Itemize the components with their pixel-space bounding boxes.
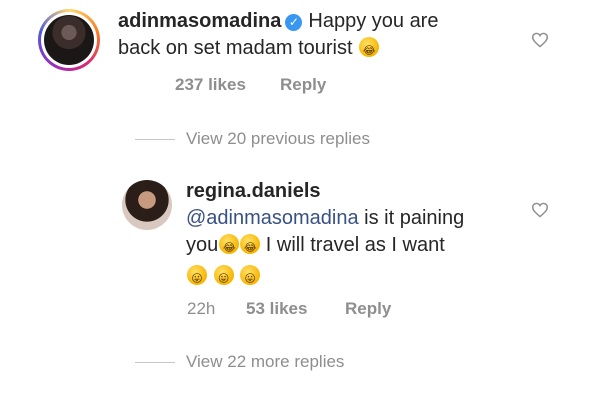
profile-photo	[44, 15, 94, 65]
divider-line	[135, 362, 175, 363]
divider-line	[135, 139, 175, 140]
reply-text-you: you	[186, 234, 219, 256]
view-more-replies[interactable]: View 22 more replies	[186, 352, 344, 372]
mention-link[interactable]: @adinmasomadina	[186, 207, 359, 229]
reply-body: regina.daniels @adinmasomadina is it pai…	[186, 178, 546, 290]
view-previous-replies[interactable]: View 20 previous replies	[186, 129, 370, 149]
like-heart-icon[interactable]	[531, 32, 549, 48]
laughing-emoji-icon: 😂	[359, 37, 380, 57]
comment-text: Happy you are	[308, 10, 439, 32]
comment-body: adinmasomadina ✓ Happy you are back on set…	[118, 8, 518, 62]
reply-timestamp: 22h	[187, 299, 216, 318]
tongue-emoji-icon: 😛	[213, 265, 234, 285]
reply-text-line2: I will travel as I want	[260, 234, 445, 256]
reply-likes[interactable]: 53 likes	[246, 299, 307, 319]
tongue-emoji-icon: 😛	[240, 265, 261, 285]
verified-badge-icon: ✓	[285, 14, 303, 31]
reply-button[interactable]: Reply	[280, 75, 326, 95]
reply-username[interactable]: regina.daniels	[186, 180, 321, 202]
comment-likes[interactable]: 237 likes	[175, 75, 246, 95]
reply-text-line1: is it paining	[358, 207, 465, 229]
like-heart-icon[interactable]	[531, 202, 549, 218]
laughing-emoji-icon: 😂	[219, 234, 240, 254]
tongue-emoji-icon: 😛	[187, 265, 207, 285]
comment-text-line2: back on set madam tourist	[118, 37, 353, 59]
laughing-emoji-icon: 😂	[240, 234, 261, 254]
comment-username[interactable]: adinmasomadina	[118, 10, 281, 32]
avatar[interactable]	[122, 180, 172, 230]
reply-button[interactable]: Reply	[345, 299, 391, 319]
avatar[interactable]	[38, 9, 100, 71]
